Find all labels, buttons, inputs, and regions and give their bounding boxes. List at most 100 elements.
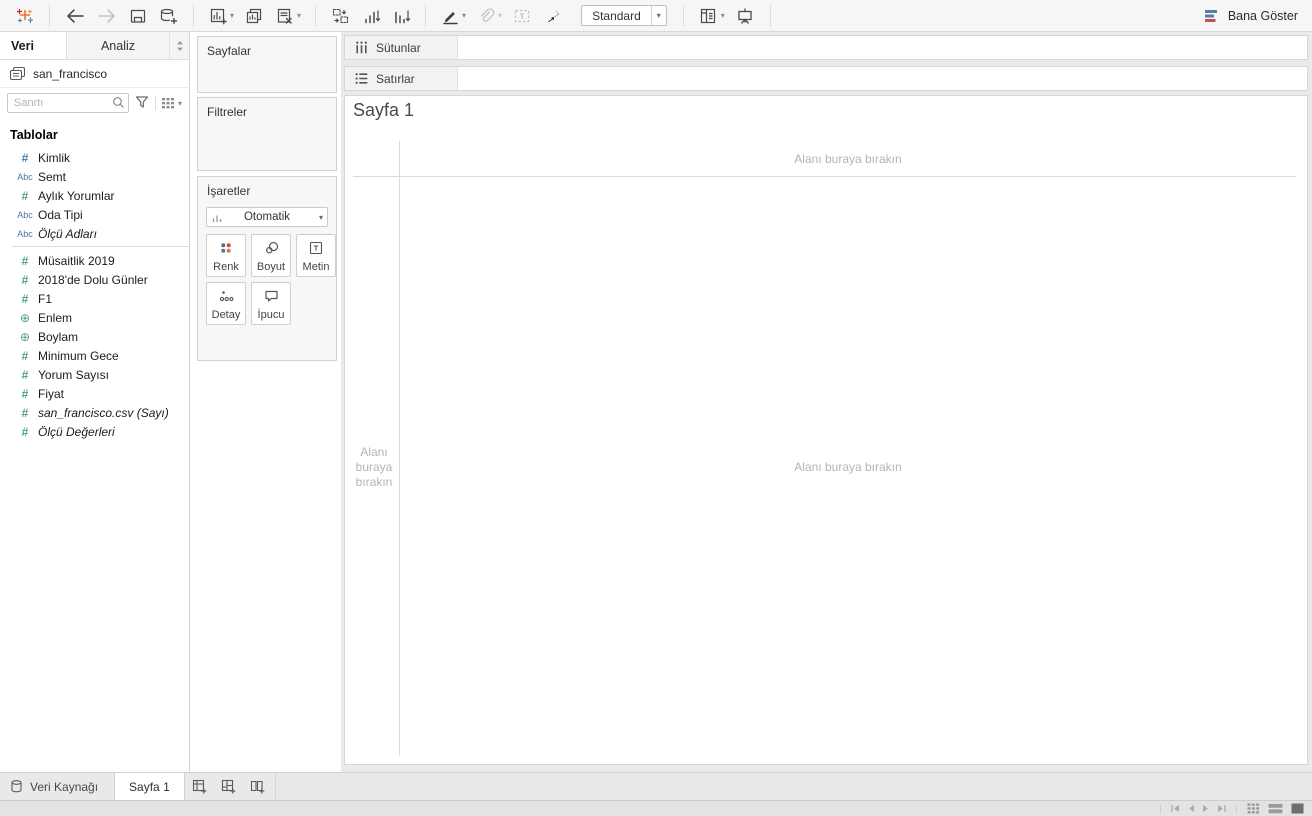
drop-zone-columns-header[interactable]: Alanı buraya bırakın: [400, 152, 1296, 166]
forward-icon: [91, 3, 123, 29]
sort-fields-icon[interactable]: [169, 32, 189, 59]
show-me-icon: [1204, 9, 1217, 22]
view-mode-select[interactable]: Standard ▾: [581, 5, 667, 26]
detail-button[interactable]: Detay: [206, 282, 246, 325]
field-2018-dolu-gunler[interactable]: #2018'de Dolu Günler: [0, 270, 189, 289]
columns-shelf-label: Sütunlar: [345, 36, 458, 59]
field-musaitlik-2019[interactable]: # Müsaitlik 2019: [0, 251, 189, 270]
add-data-source-icon[interactable]: [153, 3, 184, 29]
show-me-button[interactable]: Bana Göster: [1204, 8, 1302, 24]
toolbar: ▾ ▾ ▾ ▾ Standard ▾ ▾ Bana Göster: [0, 0, 1312, 32]
marks-buttons: Renk Boyut Metin Detay İpucu: [206, 234, 336, 325]
status-bar: [0, 800, 1312, 816]
field-olcu-degerleri[interactable]: # Ölçü Değerleri: [0, 422, 189, 441]
nav-last-icon: [1215, 804, 1229, 813]
field-kimlik[interactable]: # Kimlik: [0, 148, 189, 167]
filmstrip-view-icon[interactable]: [1266, 803, 1285, 814]
text-field-icon: Abc: [17, 209, 33, 220]
drop-zone-pane[interactable]: Alanı buraya bırakın: [400, 460, 1296, 474]
tab-data[interactable]: Veri: [0, 32, 66, 59]
tableau-logo-icon[interactable]: [10, 3, 40, 29]
columns-shelf[interactable]: Sütunlar: [344, 35, 1308, 60]
filters-shelf[interactable]: Filtreler: [197, 97, 337, 171]
color-button[interactable]: Renk: [206, 234, 246, 277]
new-story-tab-icon[interactable]: [243, 773, 272, 800]
tab-analytics[interactable]: Analiz: [66, 32, 169, 59]
drop-zone-rows-header[interactable]: Alanı buraya bırakın: [350, 445, 398, 490]
status-bar-controls: [1160, 803, 1312, 814]
new-worksheet-tab-icon[interactable]: [185, 773, 214, 800]
duplicate-icon[interactable]: [239, 3, 269, 29]
rows-shelf-label: Satırlar: [345, 67, 458, 90]
chevron-down-icon[interactable]: ▾: [178, 99, 182, 108]
field-aylik-yorumlar[interactable]: # Aylık Yorumlar: [0, 186, 189, 205]
new-worksheet-icon[interactable]: ▾: [203, 3, 239, 29]
show-me-label: Bana Göster: [1227, 8, 1298, 23]
data-pane: Veri Analiz san_francisco Sanrtı ▾ Tablo…: [0, 32, 190, 772]
tab-bar-separator: [274, 773, 276, 800]
presentation-mode-icon[interactable]: [730, 3, 761, 29]
highlight-icon[interactable]: ▾: [435, 3, 471, 29]
chevron-down-icon[interactable]: ▾: [319, 213, 323, 222]
number-field-icon: #: [21, 291, 29, 306]
dimension-measure-divider: [12, 246, 189, 247]
size-button[interactable]: Boyut: [251, 234, 291, 277]
cards-column: Sayfalar Filtreler İşaretler Otomatik ▾: [191, 32, 341, 772]
clear-sheet-icon[interactable]: ▾: [269, 3, 306, 29]
chevron-down-icon[interactable]: ▾: [297, 11, 301, 20]
show-hide-cards-icon[interactable]: ▾: [693, 3, 730, 29]
marks-label: İşaretler: [207, 184, 251, 198]
view-area: Sütunlar Satırlar Sayfa 1 Alanı buraya b…: [341, 32, 1312, 772]
sort-descending-icon[interactable]: [386, 3, 416, 29]
pin-icon[interactable]: [537, 3, 567, 29]
rows-shelf[interactable]: Satırlar: [344, 66, 1308, 91]
field-fiyat[interactable]: # Fiyat: [0, 384, 189, 403]
columns-drop-area[interactable]: [458, 36, 1307, 59]
sort-ascending-icon[interactable]: [356, 3, 386, 29]
tooltip-button[interactable]: İpucu: [251, 282, 291, 325]
pane-view-grid-icon[interactable]: ▾: [154, 96, 182, 110]
data-source-item[interactable]: san_francisco: [0, 60, 189, 88]
field-boylam[interactable]: ⊕ Boylam: [0, 327, 189, 346]
chevron-down-icon[interactable]: ▾: [230, 11, 234, 20]
swap-axes-icon[interactable]: [325, 3, 356, 29]
number-field-icon: #: [21, 386, 29, 401]
field-san-francisco-csv-sayi[interactable]: # san_francisco.csv (Sayı): [0, 403, 189, 422]
chevron-down-icon[interactable]: ▾: [650, 6, 666, 25]
text-button[interactable]: Metin: [296, 234, 336, 277]
field-olcu-adlari[interactable]: Abc Ölçü Adları: [0, 224, 189, 243]
rows-drop-area[interactable]: [458, 67, 1307, 90]
text-field-icon: Abc: [17, 171, 33, 182]
grid-view-icon[interactable]: [1245, 803, 1262, 814]
field-semt[interactable]: Abc Semt: [0, 167, 189, 186]
number-field-icon: #: [21, 188, 29, 203]
toolbar-separator: [425, 4, 427, 27]
sheet-title[interactable]: Sayfa 1: [353, 100, 414, 121]
field-f1[interactable]: # F1: [0, 289, 189, 308]
chevron-down-icon[interactable]: ▾: [721, 11, 725, 20]
chevron-down-icon[interactable]: ▾: [462, 11, 466, 20]
sheet-tab-active[interactable]: Sayfa 1: [114, 773, 185, 800]
pane-tabs: Veri Analiz: [0, 32, 189, 60]
data-source-tab[interactable]: Veri Kaynağı: [0, 773, 114, 800]
toolbar-separator: [193, 4, 194, 27]
save-icon[interactable]: [123, 3, 153, 29]
mark-type-dropdown[interactable]: Otomatik ▾: [206, 207, 328, 227]
sheet-nav-group: [1160, 804, 1237, 813]
field-enlem[interactable]: ⊕ Enlem: [0, 308, 189, 327]
number-field-icon: #: [21, 253, 29, 268]
column-header-divider: [353, 176, 1296, 177]
pages-shelf[interactable]: Sayfalar: [197, 36, 337, 93]
filter-icon[interactable]: [134, 94, 150, 113]
field-minimum-gece[interactable]: # Minimum Gece: [0, 346, 189, 365]
worksheet-canvas[interactable]: Sayfa 1 Alanı buraya bırakın Alanı buray…: [344, 95, 1308, 765]
field-oda-tipi[interactable]: Abc Oda Tipi: [0, 205, 189, 224]
filters-label: Filtreler: [207, 105, 248, 119]
color-icon: [221, 243, 231, 253]
current-view-icon[interactable]: [1289, 803, 1306, 814]
back-icon[interactable]: [59, 3, 91, 29]
pages-label: Sayfalar: [207, 44, 252, 58]
geo-field-icon: ⊕: [19, 329, 31, 344]
field-yorum-sayisi[interactable]: # Yorum Sayısı: [0, 365, 189, 384]
new-dashboard-tab-icon[interactable]: [214, 773, 243, 800]
